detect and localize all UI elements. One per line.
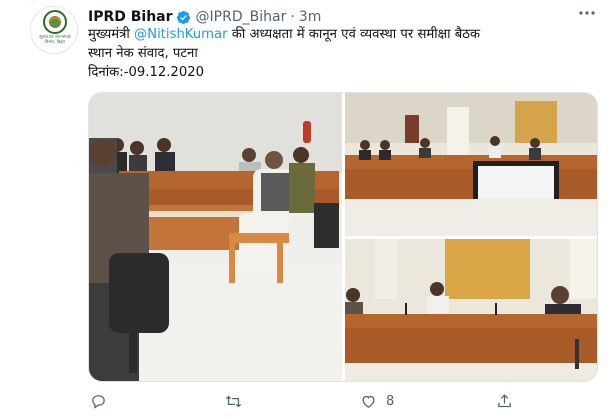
like-count: 8 [386, 393, 395, 409]
header-separator: · [290, 9, 295, 25]
tweet-text-suffix: की अध्यक्षता में कानून एवं व्यवस्था पर स… [227, 27, 481, 42]
logo-text: सूचना एवं जन-सम्पर्क विभाग, बिहार [39, 34, 71, 44]
meeting-photo-2 [345, 93, 597, 236]
tweet-text-prefix: मुख्यमंत्री [88, 27, 135, 42]
more-options-icon[interactable] [576, 4, 598, 22]
tweet-text-line-3: दिनांक:-09.12.2020 [88, 65, 204, 80]
tweet-card[interactable]: सूचना एवं जन-सम्पर्क विभाग, बिहार IPRD B… [0, 0, 612, 419]
avatar[interactable]: सूचना एवं जन-सम्पर्क विभाग, बिहार [30, 6, 78, 54]
tweet-header: IPRD Bihar @IPRD_Bihar · 3m [88, 8, 321, 26]
display-name[interactable]: IPRD Bihar [88, 9, 173, 25]
tweet-text: मुख्यमंत्री @NitishKumar की अध्यक्षता मे… [88, 25, 558, 82]
reply-icon [92, 394, 105, 409]
tweet-timestamp[interactable]: 3m [299, 9, 322, 25]
reply-button[interactable] [90, 390, 107, 412]
photo-3[interactable] [345, 239, 597, 381]
tweet-text-line-2: स्थान नेक संवाद, पटना [88, 46, 198, 61]
meeting-photo-1 [89, 93, 342, 381]
logo-emblem-icon [43, 10, 67, 34]
meeting-photo-3 [345, 239, 597, 381]
share-button[interactable] [496, 390, 513, 412]
share-icon [498, 393, 511, 407]
like-button[interactable]: 8 [360, 390, 394, 412]
tweet-text-line-1: मुख्यमंत्री @NitishKumar की अध्यक्षता मे… [88, 25, 558, 44]
verified-badge-icon [176, 10, 190, 24]
mention-link[interactable]: @NitishKumar [134, 27, 227, 42]
photo-1[interactable] [89, 93, 342, 381]
user-handle[interactable]: @IPRD_Bihar [196, 9, 287, 25]
retweet-button[interactable] [225, 390, 242, 412]
retweet-icon [225, 395, 242, 407]
tweet-actions: 8 [88, 390, 518, 412]
heart-icon [362, 395, 375, 408]
media-grid [88, 92, 598, 382]
photo-2[interactable] [345, 93, 597, 236]
